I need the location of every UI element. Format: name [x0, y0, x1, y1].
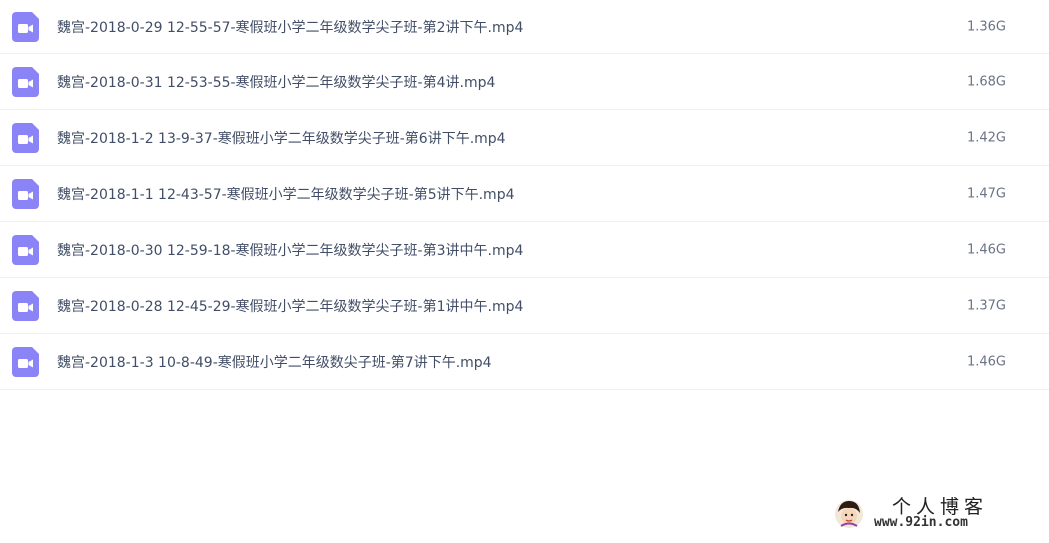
- file-row[interactable]: 魏宫-2018-1-1 12-43-57-寒假班小学二年级数学尖子班-第5讲下午…: [0, 166, 1049, 222]
- file-name[interactable]: 魏宫-2018-0-29 12-55-57-寒假班小学二年级数学尖子班-第2讲下…: [57, 17, 523, 37]
- file-name[interactable]: 魏宫-2018-1-3 10-8-49-寒假班小学二年级数尖子班-第7讲下午.m…: [57, 352, 492, 372]
- file-name[interactable]: 魏宫-2018-1-2 13-9-37-寒假班小学二年级数学尖子班-第6讲下午.…: [57, 128, 506, 148]
- file-size: 1.68G: [966, 74, 1006, 89]
- video-file-icon: [12, 11, 39, 42]
- video-file-icon: [12, 234, 39, 265]
- video-file-icon: [12, 66, 39, 97]
- file-row[interactable]: 魏宫-2018-0-31 12-53-55-寒假班小学二年级数学尖子班-第4讲.…: [0, 54, 1049, 110]
- blog-watermark: 个人博客 www.92in.com: [834, 495, 1029, 535]
- file-size: 1.46G: [966, 354, 1006, 369]
- video-file-icon: [12, 122, 39, 153]
- file-name[interactable]: 魏宫-2018-1-1 12-43-57-寒假班小学二年级数学尖子班-第5讲下午…: [57, 184, 515, 204]
- file-row[interactable]: 魏宫-2018-0-29 12-55-57-寒假班小学二年级数学尖子班-第2讲下…: [0, 0, 1049, 54]
- file-size: 1.37G: [966, 298, 1006, 313]
- video-file-icon: [12, 290, 39, 321]
- avatar-icon: [835, 500, 863, 528]
- file-row[interactable]: 魏宫-2018-1-3 10-8-49-寒假班小学二年级数尖子班-第7讲下午.m…: [0, 334, 1049, 390]
- file-size: 1.36G: [966, 19, 1006, 34]
- file-name[interactable]: 魏宫-2018-0-28 12-45-29-寒假班小学二年级数学尖子班-第1讲中…: [57, 296, 523, 316]
- file-size: 1.46G: [966, 242, 1006, 257]
- file-row[interactable]: 魏宫-2018-0-30 12-59-18-寒假班小学二年级数学尖子班-第3讲中…: [0, 222, 1049, 278]
- file-name[interactable]: 魏宫-2018-0-31 12-53-55-寒假班小学二年级数学尖子班-第4讲.…: [57, 72, 495, 92]
- video-file-icon: [12, 346, 39, 377]
- file-size: 1.42G: [966, 130, 1006, 145]
- watermark-url: www.92in.com: [874, 515, 968, 530]
- file-list: 魏宫-2018-0-29 12-55-57-寒假班小学二年级数学尖子班-第2讲下…: [0, 0, 1049, 390]
- file-row[interactable]: 魏宫-2018-0-28 12-45-29-寒假班小学二年级数学尖子班-第1讲中…: [0, 278, 1049, 334]
- file-size: 1.47G: [966, 186, 1006, 201]
- video-file-icon: [12, 178, 39, 209]
- file-name[interactable]: 魏宫-2018-0-30 12-59-18-寒假班小学二年级数学尖子班-第3讲中…: [57, 240, 523, 260]
- file-row[interactable]: 魏宫-2018-1-2 13-9-37-寒假班小学二年级数学尖子班-第6讲下午.…: [0, 110, 1049, 166]
